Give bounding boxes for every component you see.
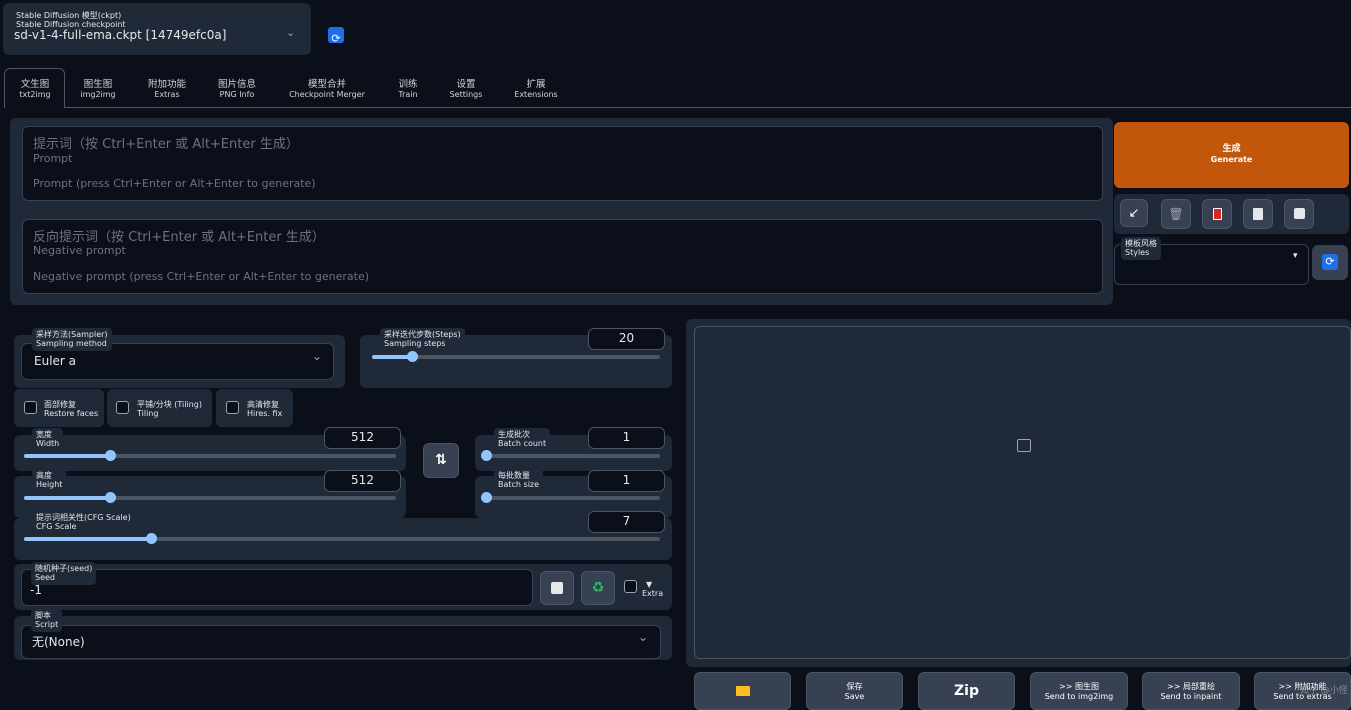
floppy-disk-icon [1293,208,1305,219]
slider-knob[interactable] [104,492,116,503]
tab-bar-line [65,107,1351,108]
styles-label: 模板风格 Styles [1121,237,1161,260]
sampler-label: 采样方法(Sampler) Sampling method [32,328,112,351]
cfg-label: 提示词相关性(CFG Scale) CFG Scale [32,511,135,534]
tab-extensions[interactable]: 扩展 Extensions [510,80,562,100]
folder-icon [735,686,750,696]
clipboard-icon [1253,208,1263,220]
refresh-icon: ⟳ [1322,254,1338,270]
dice-icon [551,582,563,594]
seed-extra-checkbox[interactable] [624,580,637,593]
negative-prompt-placeholder: Negative prompt (press Ctrl+Enter or Alt… [33,270,369,283]
slider-knob[interactable] [481,450,492,461]
triangle-down-icon: ▼ [646,580,653,589]
script-select[interactable]: 无(None) ⌄ [21,625,661,659]
swap-arrows-icon: ⇅ [435,452,447,468]
refresh-icon: ⟳ [331,32,341,45]
slider-fill [24,454,110,458]
chevron-down-icon: ⌄ [286,26,296,39]
seed-value: -1 [30,583,42,597]
tab-train[interactable]: 训练 Train [388,80,428,100]
tiling-checkbox[interactable] [116,401,129,414]
chevron-down-icon: ⌄ [638,630,649,644]
tab-png-info[interactable]: 图片信息 PNG Info [210,80,264,100]
prompt-label-cn: 提示词（按 Ctrl+Enter 或 Alt+Enter 生成） [33,137,299,152]
swap-dimensions-button[interactable]: ⇅ [423,443,459,478]
script-value: 无(None) [32,635,85,649]
cfg-input[interactable]: 7 [588,511,665,533]
send-to-img2img-button[interactable]: >> 图生图 Send to img2img [1030,672,1128,710]
recycle-icon: ♻ [591,580,605,596]
generate-button[interactable]: 生成 Generate [1114,122,1349,188]
tab-settings[interactable]: 设置 Settings [443,80,489,100]
tab-img2img[interactable]: 图生图 img2img [75,80,121,100]
width-label: 宽度 Width [32,428,64,451]
refresh-styles-button[interactable]: ⟳ [1312,245,1348,280]
width-input[interactable]: 512 [324,427,401,449]
watermark: 知乎 @小怪 [1300,686,1348,696]
batch-count-label: 生成批次 Batch count [494,428,551,451]
image-placeholder-icon [1017,439,1031,452]
batch-count-input[interactable]: 1 [588,427,665,449]
steps-label: 采样迭代步数(Steps) Sampling steps [380,328,465,351]
tab-checkpoint-merger[interactable]: 模型合并 Checkpoint Merger [282,80,372,100]
reuse-seed-button[interactable]: ♻ [581,571,615,605]
refresh-checkpoint-button[interactable]: ⟳ [328,27,344,45]
prompt-input[interactable]: 提示词（按 Ctrl+Enter 或 Alt+Enter 生成） Prompt … [22,126,1103,201]
height-input[interactable]: 512 [324,470,401,492]
clear-prompt-button[interactable]: 🗑 [1161,199,1191,229]
slider-fill [24,537,152,541]
card-icon [1212,208,1222,220]
save-button[interactable]: 保存 Save [806,672,903,710]
zip-button[interactable]: Zip [918,672,1015,710]
chevron-down-icon: ▾ [1293,251,1298,261]
tab-txt2img[interactable]: 文生图 txt2img [12,80,58,100]
steps-slider[interactable] [372,351,660,362]
save-style-button[interactable] [1284,199,1314,229]
chevron-down-icon: ⌄ [312,349,323,363]
read-params-button[interactable]: ↙ [1120,199,1148,227]
random-seed-button[interactable] [540,571,574,605]
height-label: 高度 Height [32,469,67,492]
negative-prompt-label-en: Negative prompt [33,244,126,257]
hires-fix-checkbox[interactable] [226,401,239,414]
checkpoint-label-cn: Stable Diffusion 模型(ckpt) [16,11,122,20]
extra-networks-button[interactable] [1202,199,1232,229]
seed-label: 随机种子(seed) Seed [31,562,97,585]
checkpoint-select[interactable]: sd-v1-4-full-ema.ckpt [14749efc0a] ⌄ [10,26,308,48]
slider-fill [372,355,413,359]
batch-size-slider[interactable] [481,492,660,503]
prompt-label-en: Prompt [33,152,73,165]
tab-extras[interactable]: 附加功能 Extras [140,80,194,100]
output-image-area [694,326,1351,659]
generate-label-cn: 生成 [1222,144,1241,154]
slider-knob[interactable] [481,492,492,503]
steps-input[interactable]: 20 [588,328,665,350]
height-slider[interactable] [24,492,396,503]
prompt-placeholder: Prompt (press Ctrl+Enter or Alt+Enter to… [33,177,316,190]
batch-size-input[interactable]: 1 [588,470,665,492]
seed-input[interactable]: -1 [21,569,533,606]
negative-prompt-input[interactable]: 反向提示词（按 Ctrl+Enter 或 Alt+Enter 生成） Negat… [22,219,1103,294]
batch-count-slider[interactable] [481,450,660,461]
slider-fill [24,496,110,500]
slider-knob[interactable] [104,450,116,461]
apply-style-button[interactable] [1243,199,1273,229]
seed-extra-label: ▼ Extra [642,580,664,598]
sampler-value: Euler a [34,354,77,368]
hires-fix-label: 高清修复 Hires. fix [247,400,283,418]
open-folder-button[interactable] [694,672,791,710]
arrow-down-left-icon: ↙ [1128,206,1140,221]
script-label: 脚本 Script [31,609,63,632]
send-to-inpaint-button[interactable]: >> 局部重绘 Send to inpaint [1142,672,1240,710]
trash-icon: 🗑 [1168,207,1184,221]
restore-faces-label: 面部修复 Restore faces [44,400,99,418]
checkpoint-value: sd-v1-4-full-ema.ckpt [14749efc0a] [14,28,227,42]
cfg-slider[interactable] [24,533,660,544]
width-slider[interactable] [24,450,396,461]
tiling-label: 平铺/分块 (Tiling) Tiling [137,400,202,418]
batch-size-label: 每批数量 Batch size [494,469,544,492]
restore-faces-checkbox[interactable] [24,401,37,414]
generate-label-en: Generate [1210,155,1253,164]
